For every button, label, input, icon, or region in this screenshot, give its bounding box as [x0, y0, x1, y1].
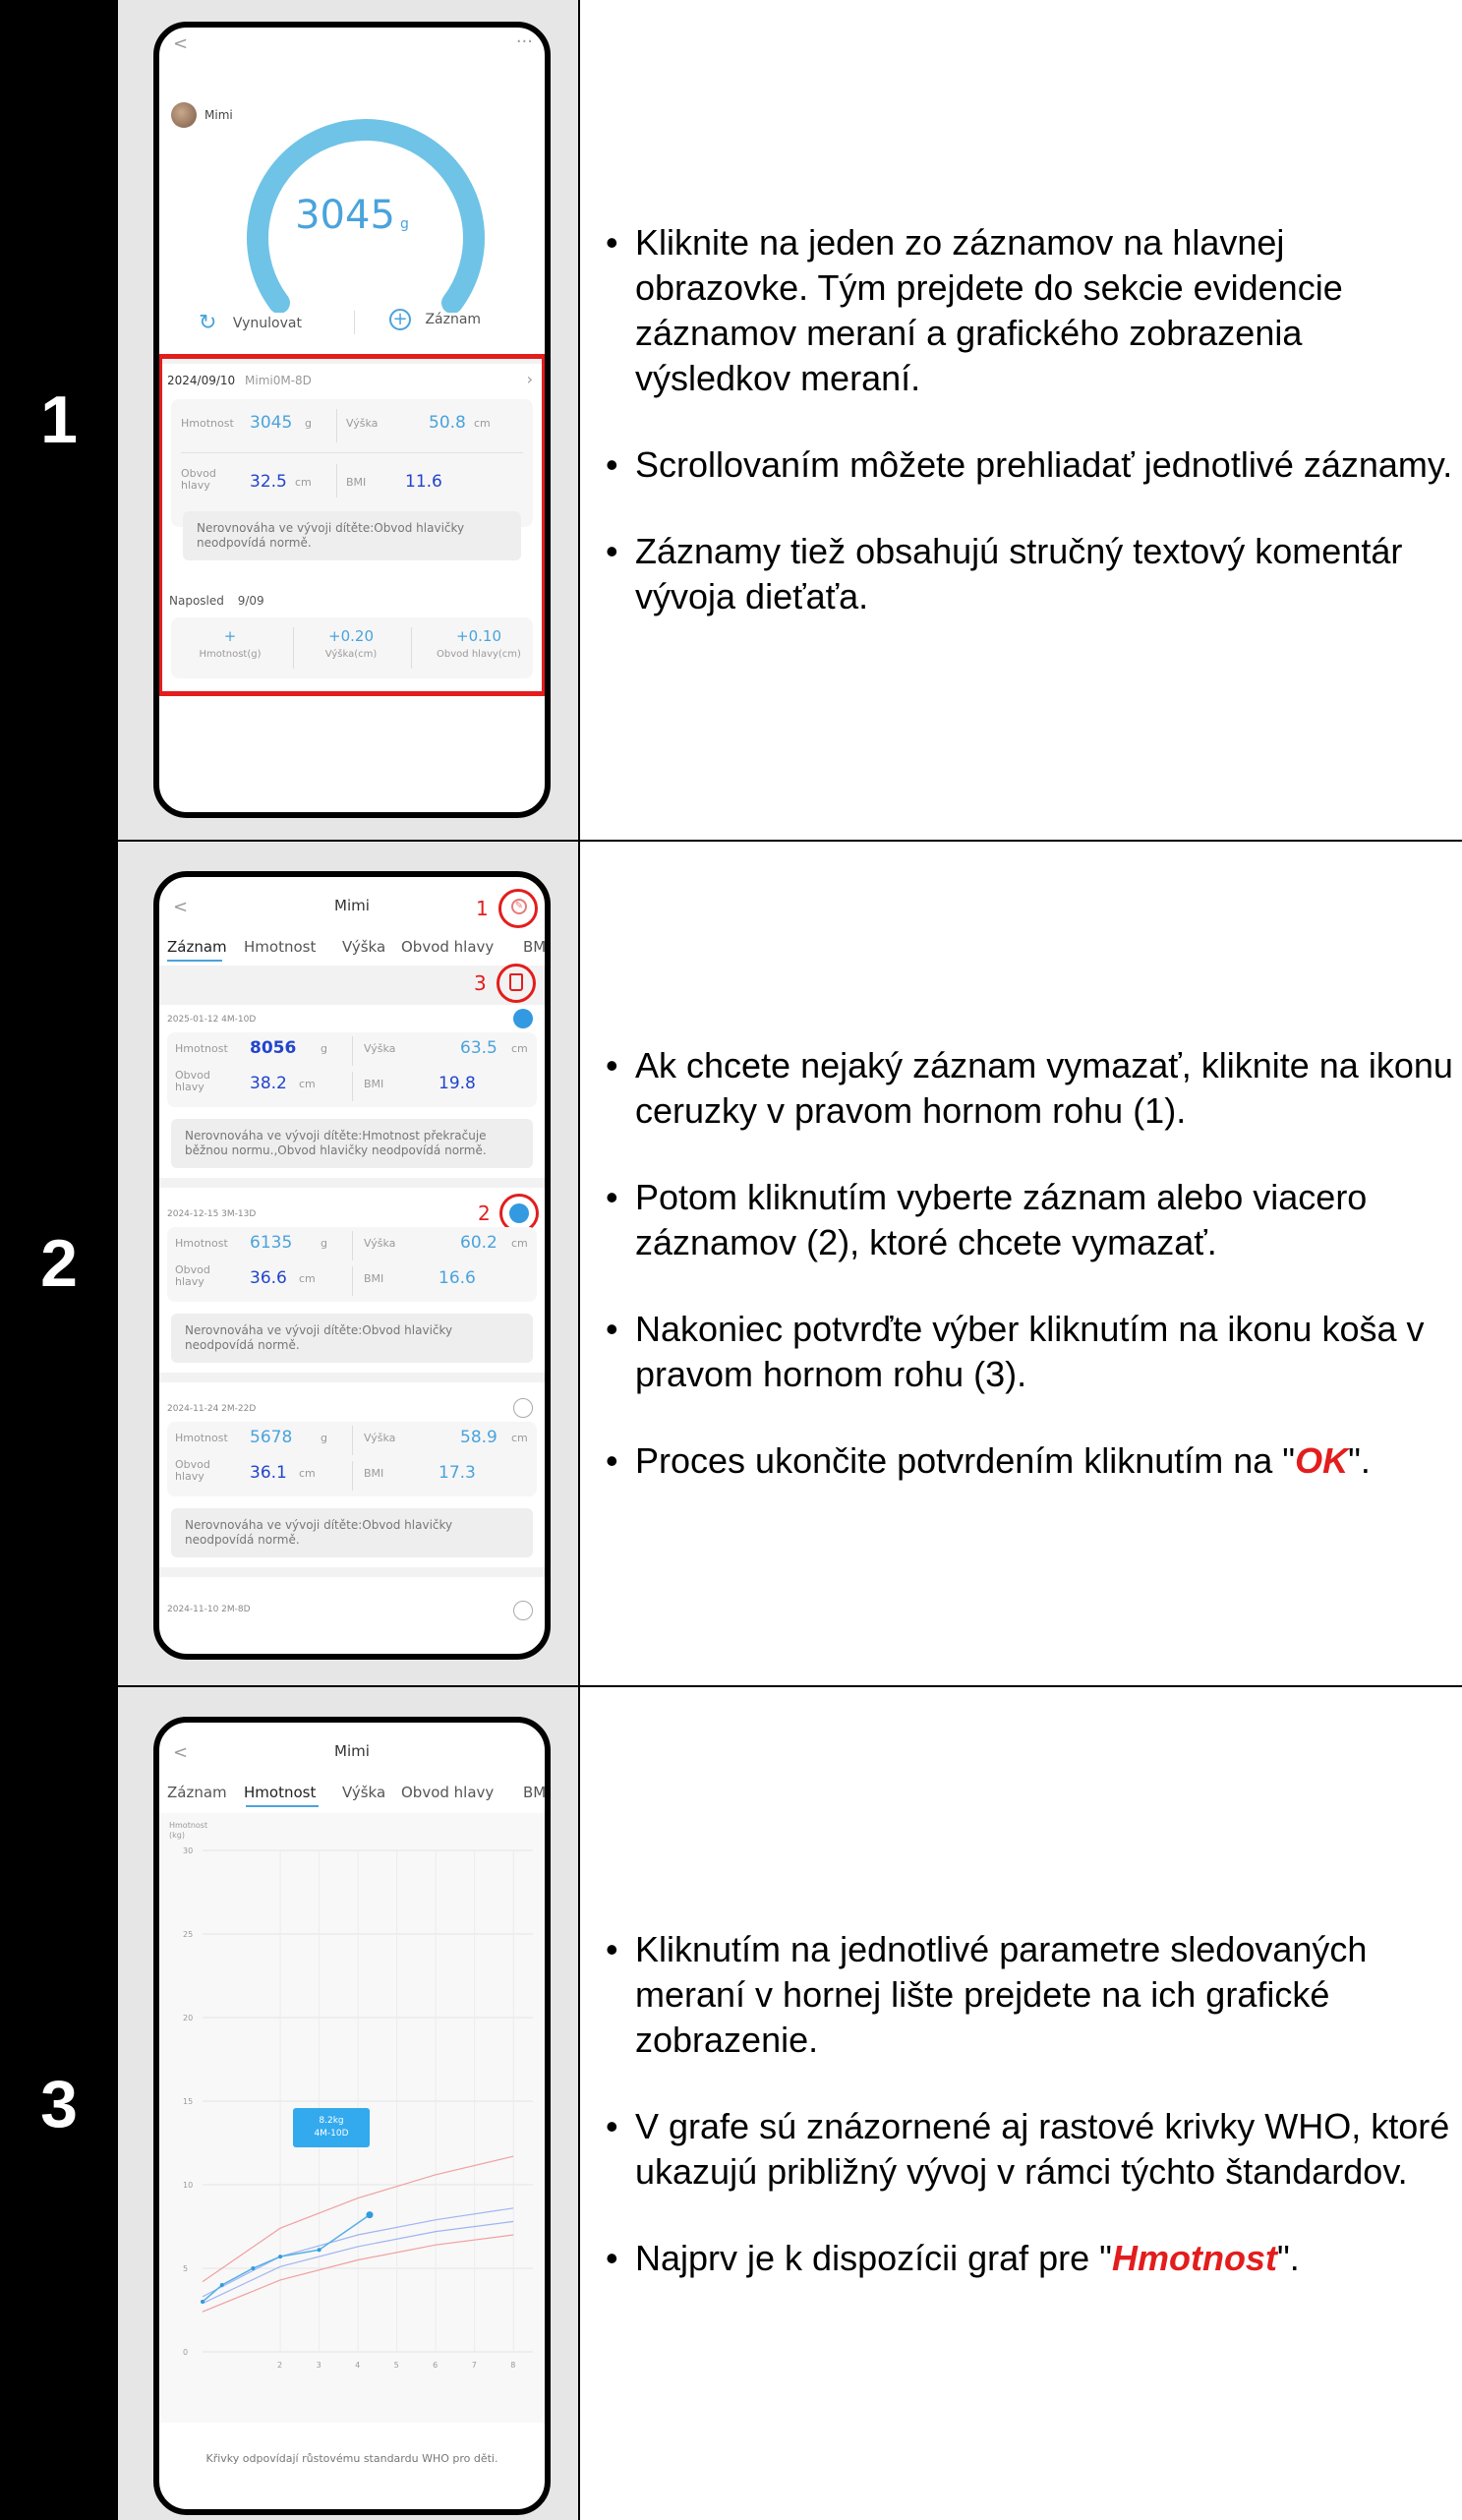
tab-vyska[interactable]: Výška: [342, 1784, 385, 1801]
active-tab-underline: [167, 960, 222, 962]
ok-emphasis: OK: [1295, 1440, 1349, 1481]
weight-data-point: [219, 2283, 224, 2287]
chart-footer: Křivky odpovídají růstovému standardu WH…: [205, 2452, 498, 2465]
weight-data-point: [278, 2255, 283, 2259]
record-note: Nerovnováha ve vývoji dítěte:Obvod hlavi…: [171, 1508, 533, 1557]
tab-obvod-hlavy[interactable]: Obvod hlavy: [401, 1784, 494, 1801]
record-date: 2025-01-12 4M-10D: [167, 1015, 257, 1025]
step-number: 3: [0, 1687, 118, 2520]
screenshot-panel: < Mimi Záznam Hmotnost Výška Obvod hlavy…: [118, 1687, 580, 2520]
bullet: Záznamy tiež obsahujú stručný textový ko…: [606, 529, 1456, 619]
tab-zaznam[interactable]: Záznam: [167, 1784, 227, 1801]
weight-data-point: [201, 2300, 205, 2304]
callout-number-3: 3: [474, 971, 487, 995]
weight-data-point: [251, 2266, 256, 2270]
bullet: Nakoniec potvrďte výber kliknutím na iko…: [606, 1307, 1456, 1397]
tab-obvod-hlavy[interactable]: Obvod hlavy: [401, 938, 494, 956]
more-icon[interactable]: ···: [516, 31, 533, 52]
step-row-2: 2 < Mimi 1 ✎ Záznam Hmotnost Výška Obvod…: [0, 842, 1462, 1687]
phone-screen: < Mimi 1 ✎ Záznam Hmotnost Výška Obvod h…: [153, 871, 551, 1660]
trash-icon[interactable]: [509, 973, 523, 991]
tab-bmi[interactable]: BMI: [523, 1784, 545, 1801]
phone-screen: < ··· Mimi 3045 g ↻ Vynulovat + Záznam 2…: [153, 22, 551, 818]
weight-series-line: [202, 2213, 371, 2303]
hmotnost-emphasis: Hmotnost: [1111, 2237, 1277, 2278]
refresh-icon: ↻: [199, 311, 217, 335]
screenshot-panel: < ··· Mimi 3045 g ↻ Vynulovat + Záznam 2…: [118, 0, 580, 840]
phone-screen: < Mimi Záznam Hmotnost Výška Obvod hlavy…: [153, 1717, 551, 2515]
instruction-text: Ak chcete nejaký záznam vymazať, kliknit…: [582, 842, 1462, 1685]
y-axis-label: Hmotnost (kg): [169, 1821, 208, 1840]
x-tick-label: 6: [433, 2361, 438, 2370]
callout-number-1: 1: [476, 897, 489, 920]
step-row-1: 1 < ··· Mimi 3045 g ↻ Vynulovat + Záznam: [0, 0, 1462, 842]
step-number: 2: [0, 842, 118, 1685]
record-note: Nerovnováha ve vývoji dítěte:Obvod hlavi…: [171, 1314, 533, 1363]
x-tick-label: 8: [510, 2361, 515, 2370]
y-tick-label: 20: [183, 2014, 193, 2022]
chart-tooltip: 8.2kg 4M-10D: [293, 2108, 370, 2147]
tab-zaznam[interactable]: Záznam: [167, 938, 227, 956]
bullet: V grafe sú znázornené aj rastové krivky …: [606, 2104, 1456, 2195]
record-date: 2024-12-15 3M-13D: [167, 1209, 257, 1219]
page-title: Mimi: [334, 1742, 370, 1760]
step-number: 1: [0, 0, 118, 840]
tab-hmotnost[interactable]: Hmotnost: [244, 1784, 316, 1801]
bullet: Kliknutím na jednotlivé parametre sledov…: [606, 1927, 1456, 2063]
x-tick-label: 7: [472, 2361, 477, 2370]
record-card[interactable]: Hmotnost 6135 g Výška 60.2 cm Obvod hlav…: [167, 1227, 537, 1302]
edit-pencil-icon[interactable]: ✎: [511, 899, 527, 914]
instruction-text: Kliknutím na jednotlivé parametre sledov…: [582, 1687, 1462, 2520]
unchecked-icon[interactable]: [513, 1398, 533, 1418]
x-tick-label: 5: [394, 2361, 399, 2370]
active-tab-underline: [246, 1805, 319, 1807]
checked-icon[interactable]: [509, 1203, 529, 1223]
record-card[interactable]: Hmotnost 8056 g Výška 63.5 cm Obvod hlav…: [167, 1032, 537, 1107]
tab-hmotnost[interactable]: Hmotnost: [244, 938, 316, 956]
callout-number-2: 2: [478, 1201, 491, 1225]
tab-bmi[interactable]: BMI: [523, 938, 545, 956]
y-tick-label: 0: [183, 2348, 188, 2357]
tab-vyska[interactable]: Výška: [342, 938, 385, 956]
bullet: Potom kliknutím vyberte záznam alebo via…: [606, 1175, 1456, 1265]
x-tick-label: 4: [355, 2361, 360, 2370]
record-date: 2024-11-24 2M-22D: [167, 1404, 257, 1414]
y-tick-label: 15: [183, 2097, 193, 2106]
instruction-text: Kliknite na jeden zo záznamov na hlavnej…: [582, 0, 1462, 840]
weight-data-point: [366, 2211, 374, 2219]
step-row-3: 3 < Mimi Záznam Hmotnost Výška Obvod hla…: [0, 1687, 1462, 2520]
checked-icon[interactable]: [513, 1009, 533, 1028]
bullet: Proces ukončite potvrdením kliknutím na …: [606, 1438, 1456, 1484]
weight-gauge: [247, 119, 485, 313]
y-tick-label: 5: [183, 2264, 188, 2273]
y-tick-label: 10: [183, 2181, 193, 2190]
weight-unit: g: [400, 216, 409, 232]
bullet: Kliknite na jeden zo záznamov na hlavnej…: [606, 220, 1456, 401]
y-tick-label: 30: [183, 1846, 193, 1855]
weight-data-point: [317, 2248, 322, 2253]
record-date: 2024-11-10 2M-8D: [167, 1605, 251, 1614]
y-tick-label: 25: [183, 1930, 193, 1939]
avatar[interactable]: [171, 102, 197, 128]
x-tick-label: 3: [317, 2361, 322, 2370]
reset-button[interactable]: ↻ Vynulovat: [199, 311, 302, 335]
weight-value: 3045: [295, 193, 395, 238]
plus-circle-icon: +: [389, 309, 411, 330]
bullet: Scrollovaním môžete prehliadať jednotliv…: [606, 442, 1456, 488]
screenshot-panel: < Mimi 1 ✎ Záznam Hmotnost Výška Obvod h…: [118, 842, 580, 1685]
back-icon[interactable]: <: [173, 33, 188, 54]
add-record-button[interactable]: + Záznam: [389, 309, 481, 330]
highlight-box: [159, 354, 545, 696]
x-tick-label: 2: [277, 2361, 282, 2370]
record-note: Nerovnováha ve vývoji dítěte:Hmotnost př…: [171, 1119, 533, 1168]
bullet: Ak chcete nejaký záznam vymazať, kliknit…: [606, 1043, 1456, 1134]
bullet: Najprv je k dispozícii graf pre "Hmotnos…: [606, 2236, 1456, 2281]
unchecked-icon[interactable]: [513, 1601, 533, 1620]
record-card[interactable]: Hmotnost 5678 g Výška 58.9 cm Obvod hlav…: [167, 1422, 537, 1496]
